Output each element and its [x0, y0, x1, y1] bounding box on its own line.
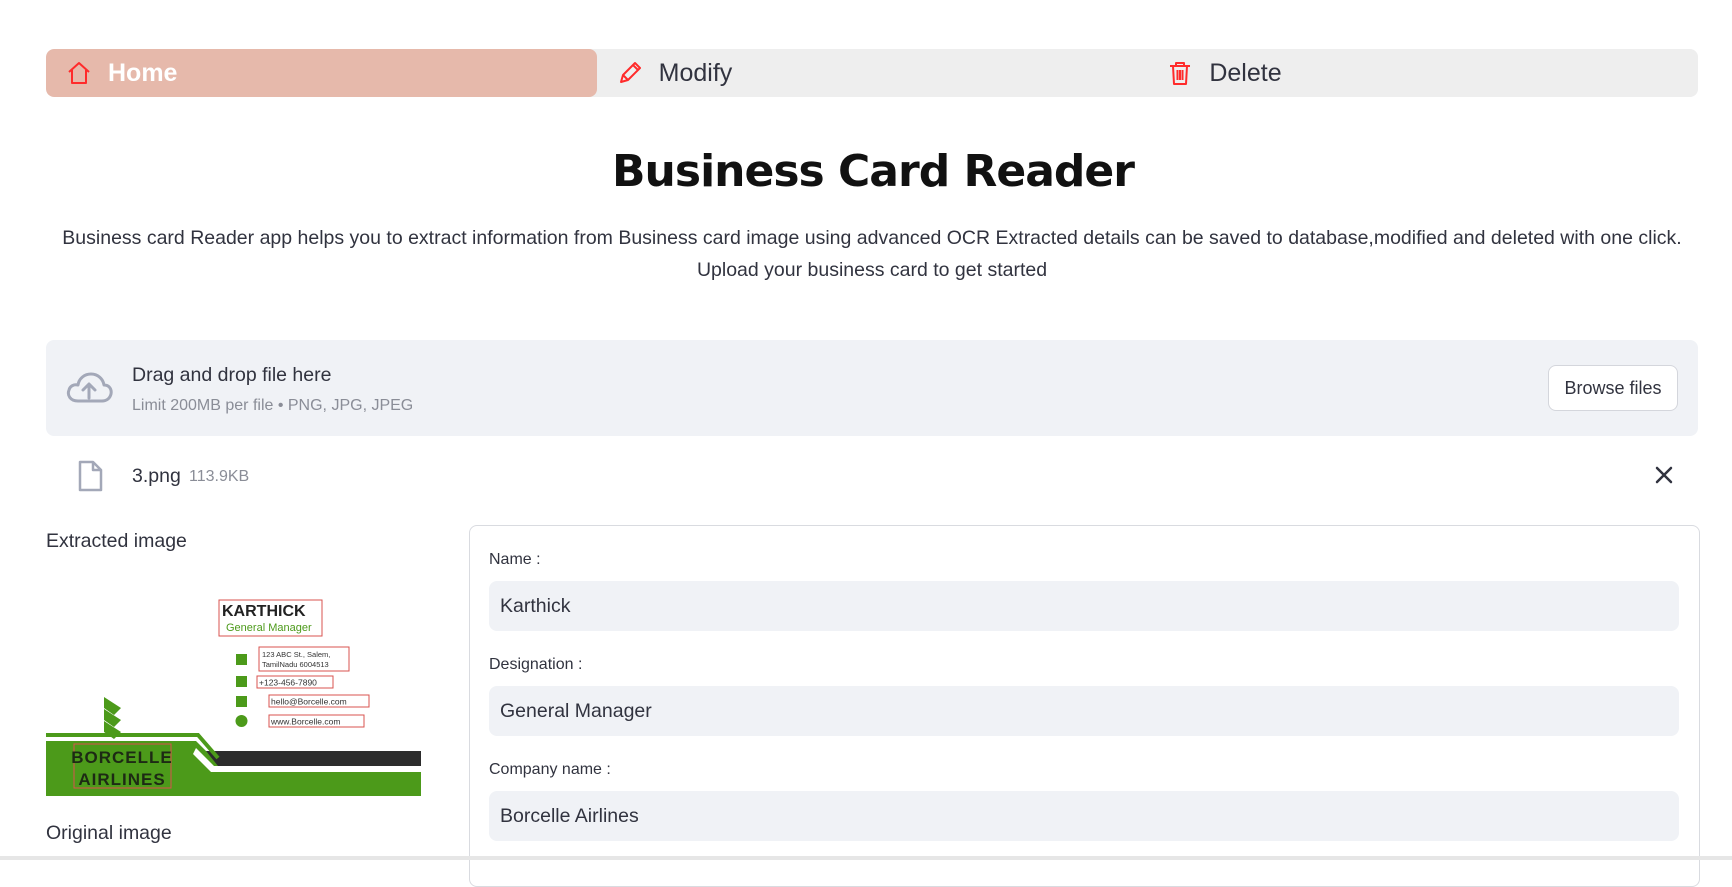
card-address-line1: 123 ABC St., Salem, — [262, 650, 330, 659]
file-name: 3.png — [132, 465, 181, 487]
original-image-label: Original image — [46, 822, 172, 844]
card-details-form: Name : Designation : Company name : — [469, 525, 1700, 887]
card-email-text: hello@Borcelle.com — [271, 697, 347, 707]
card-address-line2: TamilNadu 6004513 — [262, 660, 329, 669]
cloud-upload-icon — [64, 368, 114, 408]
house-icon — [64, 58, 94, 88]
file-dropzone[interactable]: Drag and drop file here Limit 200MB per … — [46, 340, 1698, 436]
bottom-divider — [0, 856, 1732, 860]
name-label: Name : — [489, 551, 541, 568]
card-website-text: www.Borcelle.com — [270, 717, 340, 727]
nav-item-label: Modify — [658, 58, 733, 87]
card-name-text: KARTHICK — [222, 603, 306, 620]
extracted-image-label: Extracted image — [46, 530, 187, 552]
uploaded-file-row: 3.png 113.9KB — [46, 450, 1698, 500]
file-icon — [76, 460, 104, 492]
dropzone-instructions: Drag and drop file here — [132, 364, 332, 386]
nav-item-label: Delete — [1209, 58, 1282, 87]
company-name-label: Company name : — [489, 761, 611, 778]
nav-item-home[interactable]: Home — [46, 49, 597, 97]
trash-icon — [1165, 58, 1195, 88]
designation-label: Designation : — [489, 656, 583, 673]
pencil-icon — [615, 58, 645, 88]
nav-item-modify[interactable]: Modify — [597, 49, 1148, 97]
designation-field[interactable] — [489, 686, 1679, 736]
card-company-line2: AIRLINES — [78, 770, 165, 789]
nav-item-label: Home — [108, 58, 178, 87]
nav-item-delete[interactable]: Delete — [1147, 49, 1698, 97]
card-title-text: General Manager — [226, 622, 312, 634]
page-title: Business Card Reader — [612, 146, 1135, 197]
card-phone-text: +123-456-7890 — [259, 678, 317, 688]
close-icon[interactable] — [1652, 463, 1676, 487]
nav-bar: Home Modify Delete — [46, 49, 1698, 97]
file-size: 113.9KB — [189, 468, 250, 485]
company-name-field[interactable] — [489, 791, 1679, 841]
card-company-line1: BORCELLE — [71, 748, 173, 767]
extracted-card-image: KARTHICK General Manager 123 ABC St., Sa… — [46, 586, 421, 796]
name-field[interactable] — [489, 581, 1679, 631]
browse-files-button[interactable]: Browse files — [1548, 365, 1678, 411]
dropzone-limit-text: Limit 200MB per file • PNG, JPG, JPEG — [132, 397, 414, 414]
page-description: Business card Reader app helps you to ex… — [62, 227, 1682, 281]
